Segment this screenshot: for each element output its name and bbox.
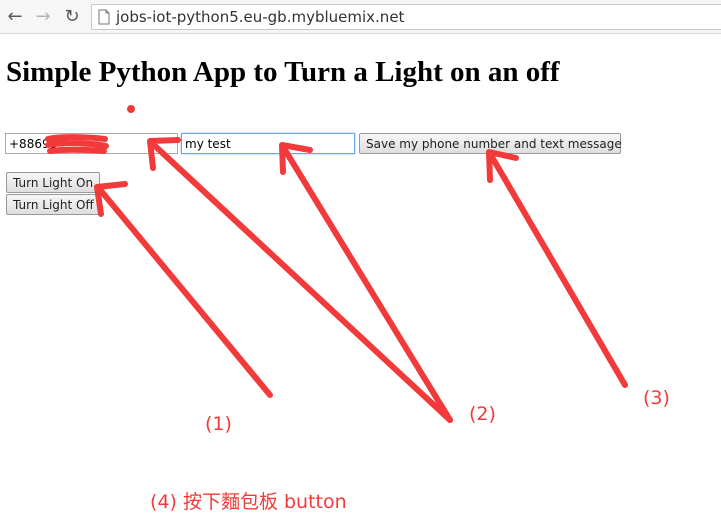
annotation-arrow-3 <box>486 149 628 388</box>
annotation-layer <box>45 105 628 423</box>
redaction-scribble <box>45 134 109 154</box>
annotation-label-4: (4) 按下麵包板 button <box>150 491 347 513</box>
annotation-arrow-2a <box>147 137 453 423</box>
annotation-label-2: (2) <box>469 403 496 425</box>
annotation-arrow-1 <box>94 181 273 398</box>
red-dot <box>127 105 135 113</box>
annotation-label-3: (3) <box>643 387 670 409</box>
annotation-label-1: (1) <box>205 413 232 435</box>
annotation-arrow-2b <box>279 142 453 423</box>
